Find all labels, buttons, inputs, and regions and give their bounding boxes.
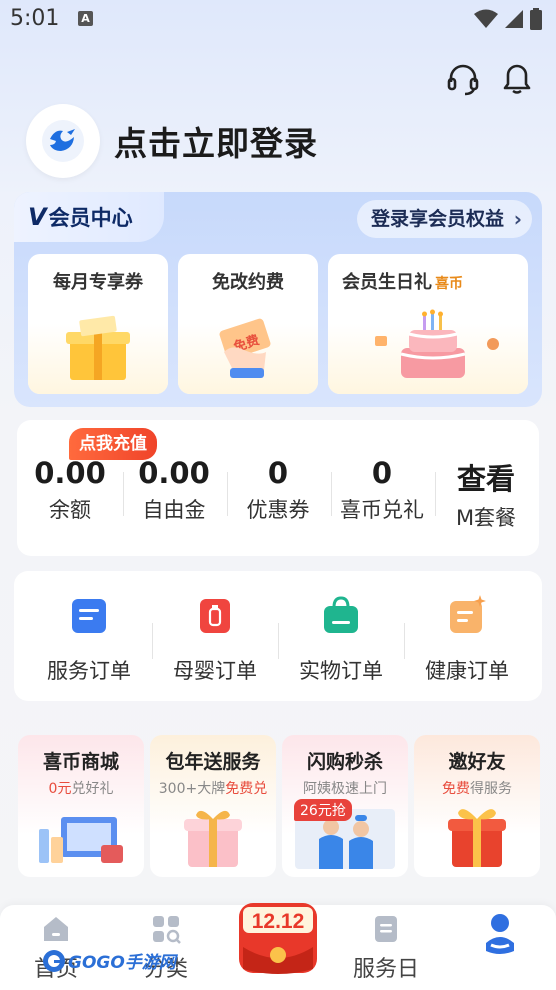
products-image	[39, 817, 123, 863]
stat-balance[interactable]: 0.00 余额	[20, 456, 120, 524]
avatar[interactable]	[26, 104, 100, 178]
stat-coupons[interactable]: 0 优惠券	[228, 456, 328, 524]
category-icon	[153, 916, 181, 944]
order-maternity[interactable]: 母婴订单	[153, 595, 277, 685]
gift-box-icon	[66, 315, 130, 380]
perk-birthday-gift[interactable]: 会员生日礼 喜币	[328, 254, 528, 394]
stat-value: 0.00	[34, 456, 106, 490]
signal-icon	[505, 10, 523, 28]
perk-free-reschedule[interactable]: 免改约费 免费	[178, 254, 318, 394]
stat-label: 余额	[49, 498, 91, 522]
nav-label: 服务日	[352, 957, 419, 982]
orders-card: 服务订单 母婴订单 实物订单 健康订单	[14, 571, 542, 701]
stat-value: 0	[267, 456, 289, 490]
home-icon	[44, 917, 68, 941]
perk-label: 每月专享券	[53, 272, 143, 293]
order-physical[interactable]: 实物订单	[279, 595, 403, 685]
stat-value: 查看	[456, 462, 515, 496]
flash-price-badge: 26元抢	[294, 799, 352, 821]
stat-value: 0.00	[138, 456, 210, 490]
promo-title: 邀好友	[448, 751, 506, 773]
stat-free-gold[interactable]: 0.00 自由金	[124, 456, 224, 524]
bottle-order-icon	[200, 599, 230, 633]
bell-icon[interactable]	[500, 62, 534, 96]
vip-center-card: V 会员中心 登录享会员权益 › 每月专享券 免改约费 免费 会员生日礼 喜币	[14, 192, 542, 407]
header-actions	[446, 62, 534, 96]
bird-logo-icon	[42, 120, 84, 162]
promo-1212-icon: 12.12	[239, 903, 317, 974]
gogo-logo-icon	[43, 949, 65, 972]
service-day-icon	[375, 916, 397, 942]
status-icons	[474, 8, 542, 30]
vip-login-label: 登录享会员权益	[370, 208, 504, 230]
promo-invite-friends[interactable]: 邀好友 免费得服务	[414, 735, 540, 877]
profile-icon	[486, 914, 514, 954]
order-label: 健康订单	[425, 659, 509, 683]
promo-subtitle: 阿姨极速上门	[303, 781, 387, 797]
stat-label: 优惠券	[246, 498, 310, 522]
login-prompt[interactable]: 点击立即登录	[114, 117, 318, 165]
notification-icon: A	[78, 11, 93, 26]
wifi-icon	[474, 9, 498, 28]
vip-title: 会员中心	[48, 206, 133, 230]
battery-icon	[530, 8, 542, 30]
nav-service-day[interactable]: 服务日	[336, 913, 436, 983]
promo-tiles: 喜币商城 0元兑好礼 包年送服务 300+大牌免费兑 闪购秒杀 阿姨极速上门 2…	[18, 735, 540, 877]
promo-flash-sale[interactable]: 闪购秒杀 阿姨极速上门 26元抢	[282, 735, 408, 877]
shopping-bag-icon	[324, 596, 358, 633]
nav-profile[interactable]	[450, 913, 550, 963]
perk-label: 免改约费	[212, 272, 284, 293]
promo-annual-service[interactable]: 包年送服务 300+大牌免费兑	[150, 735, 276, 877]
stat-m-package[interactable]: 查看 M套餐	[436, 456, 536, 532]
order-label: 母婴订单	[173, 659, 257, 683]
stat-label: 喜币兑礼	[340, 498, 424, 522]
vip-tab: V 会员中心	[14, 192, 164, 242]
stat-value: 0	[371, 456, 393, 490]
promo-coin-mall[interactable]: 喜币商城 0元兑好礼	[18, 735, 144, 877]
watermark: GOGO手游网	[42, 948, 176, 973]
promo-1212-text: 12.12	[252, 910, 305, 933]
promo-subtitle: 300+大牌免费兑	[158, 781, 268, 797]
login-row[interactable]: 点击立即登录	[26, 104, 318, 178]
promo-title: 闪购秒杀	[306, 751, 383, 773]
status-time: 5:01	[10, 6, 60, 31]
order-label: 实物订单	[299, 659, 383, 683]
promo-title: 喜币商城	[42, 751, 119, 773]
free-ticket-hand-icon: 免费	[219, 318, 271, 378]
promo-subtitle: 免费得服务	[442, 781, 512, 797]
stat-label: 自由金	[142, 498, 206, 522]
service-order-icon	[72, 599, 106, 633]
vip-perks: 每月专享券 免改约费 免费 会员生日礼 喜币	[28, 254, 528, 394]
health-order-icon	[450, 595, 486, 633]
red-gift-icon	[448, 809, 506, 867]
gift-box-icon	[184, 810, 242, 867]
status-bar: 5:01 A	[0, 0, 556, 40]
chevron-right-icon: ›	[513, 207, 522, 231]
account-stats-card: 点我充值 0.00 余额 0.00 自由金 0 优惠券 0 喜币兑礼 查看 M套…	[17, 420, 539, 556]
order-service[interactable]: 服务订单	[27, 595, 151, 685]
stat-label: M套餐	[455, 506, 517, 530]
stat-coin-exchange[interactable]: 0 喜币兑礼	[332, 456, 432, 524]
perk-label: 会员生日礼 喜币	[342, 272, 463, 293]
headset-icon[interactable]	[446, 62, 480, 96]
promo-title: 包年送服务	[165, 751, 261, 773]
order-label: 服务订单	[47, 659, 131, 683]
vip-logo-icon: V	[28, 203, 47, 231]
vip-login-button[interactable]: 登录享会员权益 ›	[356, 200, 532, 238]
promo-subtitle: 0元兑好礼	[48, 781, 114, 797]
order-health[interactable]: 健康订单	[405, 595, 529, 685]
watermark-text: GOGO手游网	[68, 953, 176, 973]
perk-monthly-coupon[interactable]: 每月专享券	[28, 254, 168, 394]
perk-tag: 喜币	[435, 276, 463, 292]
nav-1212-promo[interactable]: 12.12	[233, 899, 323, 979]
birthday-cake-icon	[375, 309, 499, 378]
